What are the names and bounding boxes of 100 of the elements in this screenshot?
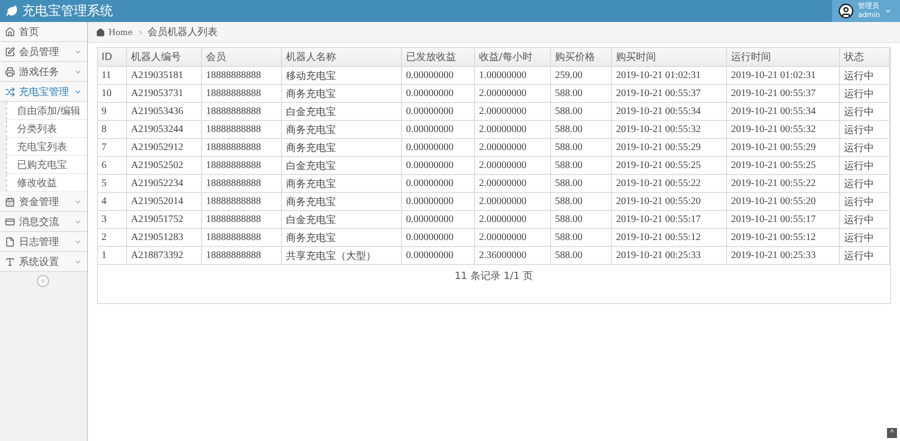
table-cell: 2019-10-21 00:55:25 [726,156,840,174]
table-cell: 18888888888 [202,120,282,138]
sidebar-item[interactable]: 充电宝管理 [0,82,86,102]
table-cell: A219051752 [126,210,202,228]
column-header: ID [98,48,126,66]
table-cell: 588.00 [550,228,612,246]
table-cell: 18888888888 [202,84,282,102]
table-cell: 0.00000000 [402,66,474,84]
sidebar-item[interactable]: 游戏任务 [0,62,86,82]
table-cell: A218873392 [126,246,202,264]
edit-icon [5,46,15,56]
table-cell: 2019-10-21 00:55:17 [726,210,840,228]
table-cell: 0.00000000 [402,84,474,102]
table-cell: 共享充电宝（大型） [282,246,402,264]
sidebar-item[interactable]: 系统设置 [0,252,86,272]
table-cell: 588.00 [550,102,612,120]
table-cell: A219052912 [126,138,202,156]
column-header: 购买时间 [612,48,726,66]
sidebar-item[interactable]: 消息交流 [0,212,86,232]
table-cell: 2019-10-21 00:55:34 [726,102,840,120]
table-cell: 1 [98,246,126,264]
table-cell: 运行中 [840,246,890,264]
table-cell: 18888888888 [202,210,282,228]
table-cell: 2019-10-21 00:55:29 [612,138,726,156]
table-cell: 18888888888 [202,66,282,84]
table-cell: 2019-10-21 00:55:22 [612,174,726,192]
table-cell: 商务充电宝 [282,228,402,246]
table-cell: 2.00000000 [474,120,550,138]
table-cell: 18888888888 [202,228,282,246]
table-cell: 0.00000000 [402,192,474,210]
table-cell: 0.00000000 [402,174,474,192]
table-cell: 2019-10-21 00:55:32 [726,120,840,138]
table-cell: 2.00000000 [474,156,550,174]
submenu-item[interactable]: 修改收益 [6,174,86,192]
breadcrumb-link[interactable]: Home [108,28,133,36]
table-cell: 白金充电宝 [282,210,402,228]
submenu-item[interactable]: 充电宝列表 [6,138,86,156]
calendar-icon [5,196,15,206]
column-header: 会员 [202,48,282,66]
separator-icon [136,28,144,36]
table-cell: 0.00000000 [402,120,474,138]
table-cell: 运行中 [840,84,890,102]
card-icon [5,216,15,226]
table-cell: 2019-10-21 00:55:29 [726,138,840,156]
table-cell: 0.00000000 [402,156,474,174]
table-cell: 2019-10-21 00:55:32 [612,120,726,138]
table-cell: 3 [98,210,126,228]
table-cell: 0.00000000 [402,138,474,156]
home-icon [5,26,15,36]
leaf-icon [6,5,18,17]
table-cell: 588.00 [550,174,612,192]
submenu-item[interactable]: 已购充电宝 [6,156,86,174]
table-cell: A219051283 [126,228,202,246]
table-cell: 商务充电宝 [282,192,402,210]
table-cell: 2.00000000 [474,210,550,228]
table-cell: 0.00000000 [402,102,474,120]
letter-icon [5,256,15,266]
table-cell: 2019-10-21 00:25:33 [726,246,840,264]
sidebar-item[interactable]: 首页 [0,22,86,42]
table-cell: A219053244 [126,120,202,138]
table-cell: 商务充电宝 [282,84,402,102]
shuffle-icon [5,86,15,96]
table-cell: 2019-10-21 00:55:25 [612,156,726,174]
table-cell: 18888888888 [202,156,282,174]
table-cell: 588.00 [550,246,612,264]
table-cell: 2019-10-21 00:55:34 [612,102,726,120]
table-cell: 259.00 [550,66,612,84]
column-header: 状态 [840,48,890,66]
table-cell: 4 [98,192,126,210]
table-cell: 2.00000000 [474,192,550,210]
submenu-item[interactable]: 分类列表 [6,120,86,138]
table-cell: 2.00000000 [474,84,550,102]
file-icon [5,236,15,246]
sidebar-item[interactable]: 会员管理 [0,42,86,62]
table-cell: 2.00000000 [474,138,550,156]
table-cell: 商务充电宝 [282,138,402,156]
table-cell: 588.00 [550,156,612,174]
table-cell: A219035181 [126,66,202,84]
table-cell: 18888888888 [202,192,282,210]
table-cell: 8 [98,120,126,138]
breadcrumb-current: 会员机器人列表 [148,26,218,39]
table-cell: 18888888888 [202,102,282,120]
table-cell: 白金充电宝 [282,156,402,174]
sidebar-item[interactable]: 日志管理 [0,232,86,252]
table-cell: 运行中 [840,138,890,156]
sidebar-item[interactable]: 资金管理 [0,192,86,212]
scroll-top-button[interactable]: ^ [887,428,897,438]
printer-icon [5,66,15,76]
table-cell: 18888888888 [202,174,282,192]
table-cell: A219053731 [126,84,202,102]
table-cell: 运行中 [840,66,890,84]
home-icon [96,28,104,36]
table-cell: 2019-10-21 01:02:31 [726,66,840,84]
submenu-item[interactable]: 自由添加/编辑 [6,102,86,120]
table-cell: 运行中 [840,174,890,192]
column-header: 购买价格 [550,48,612,66]
table-cell: 18888888888 [202,138,282,156]
column-header: 运行时间 [726,48,840,66]
avatar-icon [838,3,854,19]
table-cell: 运行中 [840,210,890,228]
